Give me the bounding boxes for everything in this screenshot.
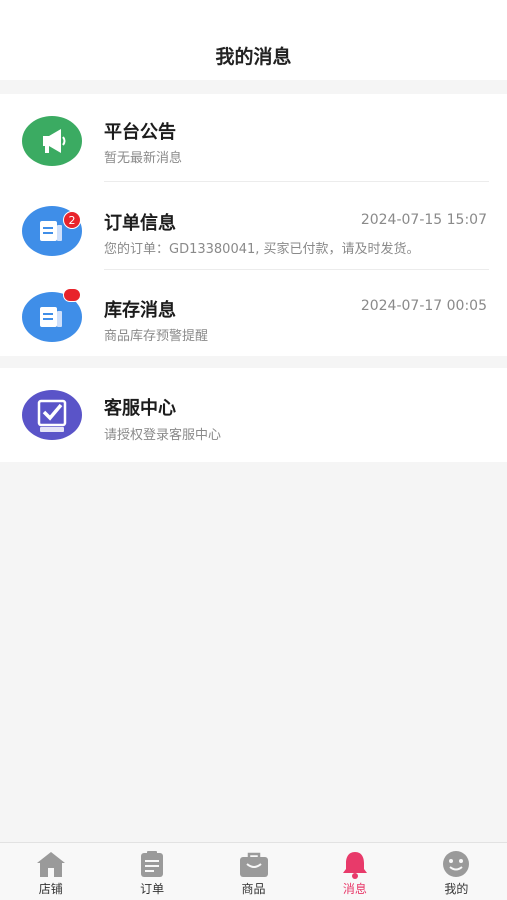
bottom-tab-bar: 店铺 订单 商品 消息 我的 <box>0 842 507 900</box>
customer-service-card: 客服中心 请授权登录客服中心 <box>0 368 507 462</box>
tab-label: 店铺 <box>38 882 63 896</box>
tab-messages[interactable]: 消息 <box>304 843 405 900</box>
clipboard-icon <box>141 851 164 877</box>
message-title: 库存消息 <box>104 300 176 321</box>
tab-products[interactable]: 商品 <box>203 843 304 900</box>
tab-label: 商品 <box>241 882 266 896</box>
tab-label: 我的 <box>444 882 469 896</box>
page-title: 我的消息 <box>215 46 292 68</box>
message-subtitle: 请授权登录客服中心 <box>104 428 222 443</box>
megaphone-icon <box>22 116 82 166</box>
message-title: 平台公告 <box>104 122 176 143</box>
message-title: 客服中心 <box>104 398 176 419</box>
tab-label: 订单 <box>140 882 165 896</box>
message-time: 2024-07-15 15:07 <box>360 212 487 228</box>
message-item-platform-notice[interactable]: 平台公告 暂无最新消息 <box>0 94 507 182</box>
message-time: 2024-07-17 00:05 <box>360 298 487 314</box>
bell-icon <box>342 852 367 879</box>
message-subtitle: 商品库存预警提醒 <box>104 329 209 344</box>
shopping-bag-check-icon <box>22 390 82 440</box>
smiley-icon <box>443 851 470 877</box>
tab-label: 消息 <box>342 882 367 896</box>
message-item-inventory[interactable]: 库存消息 2024-07-17 00:05 商品库存预警提醒 <box>0 270 507 358</box>
message-title: 订单信息 <box>104 213 176 234</box>
message-subtitle: 暂无最新消息 <box>104 151 183 166</box>
message-item-customer-service[interactable]: 客服中心 请授权登录客服中心 <box>0 368 507 462</box>
unread-dot-badge <box>63 288 81 302</box>
message-item-order-info[interactable]: 2 订单信息 2024-07-15 15:07 您的订单：GD13380041,… <box>0 182 507 270</box>
app-header: 我的消息 <box>0 0 507 80</box>
tab-store[interactable]: 店铺 <box>0 843 101 900</box>
message-list-card: 平台公告 暂无最新消息 2 订单信息 2024-07-15 15:07 您的订单… <box>0 94 507 356</box>
unread-count-badge: 2 <box>63 211 81 229</box>
home-icon <box>36 852 65 877</box>
tab-orders[interactable]: 订单 <box>101 843 202 900</box>
bag-icon <box>239 852 268 877</box>
message-subtitle: 您的订单：GD13380041, 买家已付款，请及时发货。 <box>104 242 420 257</box>
tab-me[interactable]: 我的 <box>406 843 507 900</box>
